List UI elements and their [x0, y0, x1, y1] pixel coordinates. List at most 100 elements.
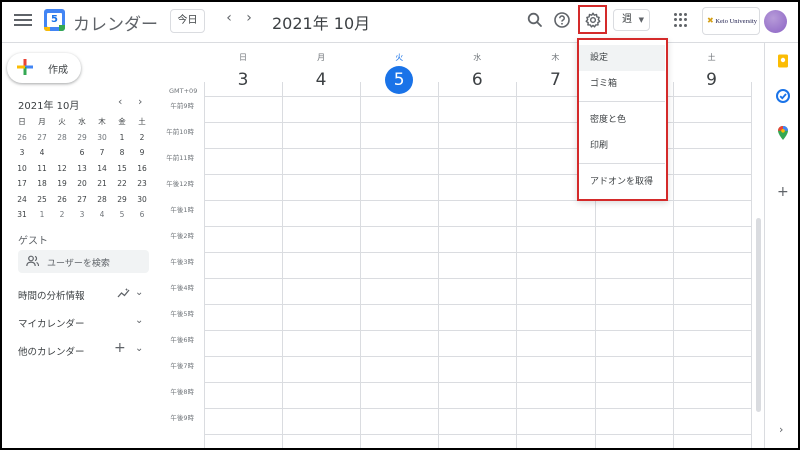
add-other-calendar-icon[interactable]: +: [114, 340, 126, 356]
day-number[interactable]: 5: [360, 66, 438, 94]
day-column-header[interactable]: 土9: [673, 52, 751, 94]
menu-item-get-addons[interactable]: アドオンを取得: [579, 169, 665, 195]
user-search-input[interactable]: ユーザーを検索: [18, 250, 149, 273]
create-button[interactable]: 作成: [7, 53, 81, 83]
other-calendars-chevron-icon[interactable]: ⌄: [135, 343, 143, 354]
day-number[interactable]: 6: [438, 66, 516, 94]
maps-icon[interactable]: [775, 125, 791, 141]
scrollbar[interactable]: [756, 218, 761, 412]
day-column-header[interactable]: 水6: [438, 52, 516, 94]
mini-day[interactable]: 15: [112, 161, 132, 177]
hour-gridline: [204, 356, 751, 357]
view-select-value: 週: [622, 14, 632, 25]
day-gridline: [438, 97, 440, 450]
mini-day[interactable]: 5: [112, 207, 132, 223]
mini-day[interactable]: 6: [132, 207, 152, 223]
menu-item-settings[interactable]: 設定: [579, 45, 665, 71]
mini-day[interactable]: 29: [112, 192, 132, 208]
day-column-header[interactable]: 火5: [360, 52, 438, 94]
mini-day[interactable]: 10: [12, 161, 32, 177]
day-gridline: [282, 97, 284, 450]
mini-day[interactable]: 1: [32, 207, 52, 223]
expand-panel-icon[interactable]: ›: [779, 423, 783, 436]
mini-day[interactable]: 28: [52, 130, 72, 146]
mini-day[interactable]: 13: [72, 161, 92, 177]
mini-day[interactable]: 30: [92, 130, 112, 146]
avatar[interactable]: [764, 10, 787, 33]
mini-day[interactable]: 4: [32, 145, 52, 161]
mini-day[interactable]: 16: [132, 161, 152, 177]
mini-day[interactable]: 12: [52, 161, 72, 177]
my-calendars-label[interactable]: マイカレンダー: [18, 316, 85, 330]
mini-day[interactable]: 31: [12, 207, 32, 223]
mini-prev-icon[interactable]: ‹: [118, 95, 122, 108]
mini-day[interactable]: 24: [12, 192, 32, 208]
mini-day[interactable]: 4: [92, 207, 112, 223]
menu-item-trash[interactable]: ゴミ箱: [579, 71, 665, 97]
view-select[interactable]: 週 ▼: [613, 9, 650, 31]
add-addon-icon[interactable]: +: [777, 184, 789, 200]
menu-divider: [579, 163, 665, 164]
analytics-chevron-icon[interactable]: ⌄: [135, 287, 143, 298]
mini-day[interactable]: 19: [52, 176, 72, 192]
mini-day[interactable]: 27: [32, 130, 52, 146]
mini-day[interactable]: 2: [132, 130, 152, 146]
people-icon: [26, 255, 39, 267]
hour-gridline: [204, 434, 751, 435]
day-column-header[interactable]: 日3: [204, 52, 282, 94]
mini-day[interactable]: 1: [112, 130, 132, 146]
apps-grid-icon[interactable]: [674, 13, 688, 27]
mini-day[interactable]: 8: [112, 145, 132, 161]
other-calendars-label[interactable]: 他のカレンダー: [18, 344, 85, 358]
mini-day[interactable]: 11: [32, 161, 52, 177]
mini-day[interactable]: 26: [52, 192, 72, 208]
day-number[interactable]: 4: [282, 66, 360, 94]
mini-day[interactable]: 5: [52, 145, 72, 161]
mini-day[interactable]: 27: [72, 192, 92, 208]
mini-day[interactable]: 28: [92, 192, 112, 208]
menu-item-print[interactable]: 印刷: [579, 133, 665, 159]
organization-badge[interactable]: ✖ Keio University: [702, 7, 760, 35]
mini-day[interactable]: 2: [52, 207, 72, 223]
mini-day[interactable]: 14: [92, 161, 112, 177]
help-icon[interactable]: [552, 10, 572, 30]
tasks-icon[interactable]: [775, 88, 791, 104]
main-menu-icon[interactable]: [14, 11, 32, 29]
mini-day[interactable]: 21: [92, 176, 112, 192]
settings-button[interactable]: [578, 5, 607, 34]
my-calendars-chevron-icon[interactable]: ⌄: [135, 315, 143, 326]
current-date-title: 2021年 10月: [272, 14, 371, 33]
mini-day[interactable]: 9: [132, 145, 152, 161]
mini-weekday-head: 木: [98, 117, 106, 126]
mini-day[interactable]: 29: [72, 130, 92, 146]
settings-menu: 設定 ゴミ箱 密度と色 印刷 アドオンを取得: [577, 38, 668, 201]
day-number[interactable]: 3: [204, 66, 282, 94]
today-button[interactable]: 今日: [170, 9, 205, 33]
mini-day[interactable]: 3: [12, 145, 32, 161]
mini-day[interactable]: 26: [12, 130, 32, 146]
mini-day[interactable]: 23: [132, 176, 152, 192]
calendar-logo-icon[interactable]: 5: [44, 9, 65, 31]
mini-weekday-head: 日: [18, 117, 26, 126]
analytics-section-label[interactable]: 時間の分析情報: [18, 288, 85, 302]
mini-day[interactable]: 3: [72, 207, 92, 223]
mini-day[interactable]: 18: [32, 176, 52, 192]
mini-next-icon[interactable]: ›: [138, 95, 142, 108]
mini-day[interactable]: 7: [92, 145, 112, 161]
mini-day[interactable]: 30: [132, 192, 152, 208]
time-label: 午後5時: [170, 310, 194, 318]
prev-week-icon[interactable]: ‹: [221, 10, 237, 26]
day-number[interactable]: 9: [673, 66, 751, 94]
mini-day[interactable]: 20: [72, 176, 92, 192]
keep-icon[interactable]: [775, 53, 791, 69]
search-icon[interactable]: [525, 10, 545, 30]
mini-day[interactable]: 6: [72, 145, 92, 161]
timezone-label: GMT+09: [169, 87, 198, 95]
day-column-header[interactable]: 月4: [282, 52, 360, 94]
next-week-icon[interactable]: ›: [241, 10, 257, 26]
mini-day[interactable]: 17: [12, 176, 32, 192]
mini-day[interactable]: 22: [112, 176, 132, 192]
week-grid[interactable]: [204, 96, 752, 450]
mini-day[interactable]: 25: [32, 192, 52, 208]
menu-item-density-color[interactable]: 密度と色: [579, 107, 665, 133]
